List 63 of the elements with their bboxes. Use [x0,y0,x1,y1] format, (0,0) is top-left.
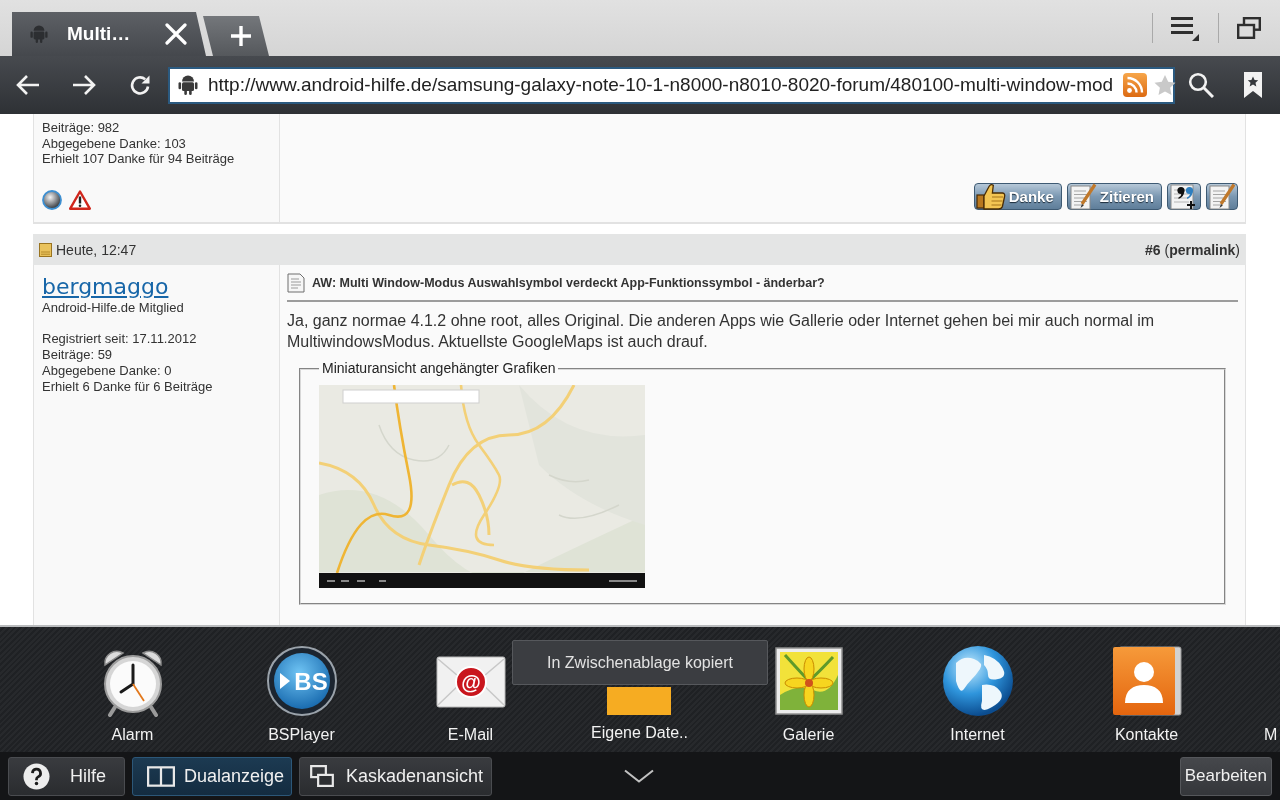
address-field[interactable]: http://www.android-hilfe.de/samsung-galaxy-note-10-1-n8000-n8010-8020-forum/480100-multi-window-mod [168,66,1175,104]
app-launcher[interactable]: Alarm [96,645,169,744]
android-robot-icon [178,75,198,95]
edit-button[interactable]: Bearbeiten [1179,756,1272,796]
thumbs-up-icon [975,183,1006,210]
app-launcher[interactable]: Eigene Date.. [591,687,688,742]
toast-message: In Zwischenablage kopiert [512,640,768,685]
edit-button[interactable] [1206,183,1238,210]
mode-button[interactable]: Hilfe [8,756,125,796]
new-tab-button[interactable] [203,16,269,56]
bookmark-icon[interactable] [1244,72,1262,98]
user-stat: Registriert seit: 17.11.2012 [42,331,198,347]
app-launcher[interactable]: @ E-Mail [434,645,507,744]
user-stat: Abgegebene Danke: 0 [42,363,173,379]
flower-picture-icon [772,645,845,717]
windows-icon[interactable] [1237,17,1261,39]
close-icon[interactable] [165,23,187,45]
user-stat: Erhielt 107 Danke für 94 Beiträge [42,151,236,167]
attachments-legend: Miniaturansicht angehängter Grafiken [319,360,559,377]
rss-feed-icon[interactable] [1123,73,1148,97]
user-stat: Beiträge: 59 [42,347,114,363]
search-icon[interactable] [1188,72,1214,98]
help-icon [23,762,50,790]
sphere-icon [42,190,62,210]
star-icon[interactable] [1154,74,1177,96]
cascade-windows-icon [310,765,334,787]
globe-icon [941,645,1014,717]
mode-button[interactable]: Dualanzeige [132,756,292,796]
app-launcher[interactable]: M [1264,726,1278,744]
split-view-icon [147,765,175,787]
user-stat: Abgegebene Danke: 103 [42,135,187,151]
app-launcher[interactable]: Galerie [772,645,845,744]
chevron-down-icon[interactable] [624,769,654,783]
post-text: Ja, ganz normae 4.1.2 ohne root, alles Original. Die anderen Apps wie Gallerie oder Internet gehen bei mir auch normal im MultiwindowsModus. Aktuellste GoogleMaps ist auch drauf. [287,311,1156,352]
player-logo: BS [265,645,338,717]
reload-icon[interactable] [129,74,151,96]
forward-arrow-icon[interactable] [72,74,96,96]
folder-icon [607,687,672,715]
app-launcher[interactable]: Kontakte [1110,645,1183,744]
post-title: AW: Multi Window-Modus Auswahlsymbol verdeckt App-Funktionssymbol - änderbar? [312,276,825,290]
map-thumbnail[interactable] [319,385,645,588]
plus-icon [230,25,252,47]
post-date: Heute, 12:47 [56,241,137,258]
note-icon [39,242,52,257]
warning-icon[interactable] [69,190,91,210]
document-icon [287,273,305,293]
user-rank: Android-Hilfe.de Mitglied [42,300,185,316]
android-robot-icon [30,25,48,43]
post-number[interactable]: #6 [1144,241,1161,258]
user-stat: Erhielt 6 Danke für 6 Beiträge [42,379,214,395]
menu-icon[interactable] [1171,15,1199,41]
app-launcher[interactable]: Internet [941,645,1014,744]
document-pen-icon [1068,183,1097,210]
author-link[interactable]: bergmaggo [42,274,169,300]
app-launcher[interactable]: BS BSPlayer [265,645,338,744]
permalink-link[interactable]: (permalink) [1164,241,1240,258]
multi-quote-button[interactable] [1167,183,1201,210]
document-pen-icon [1208,183,1236,210]
browser-tab[interactable]: Multi… [12,12,206,56]
mode-button[interactable]: Kaskadenansicht [299,756,492,796]
user-stat: Beiträge: 982 [42,120,121,136]
back-arrow-icon[interactable] [16,74,40,96]
contact-book-icon [1110,645,1183,717]
